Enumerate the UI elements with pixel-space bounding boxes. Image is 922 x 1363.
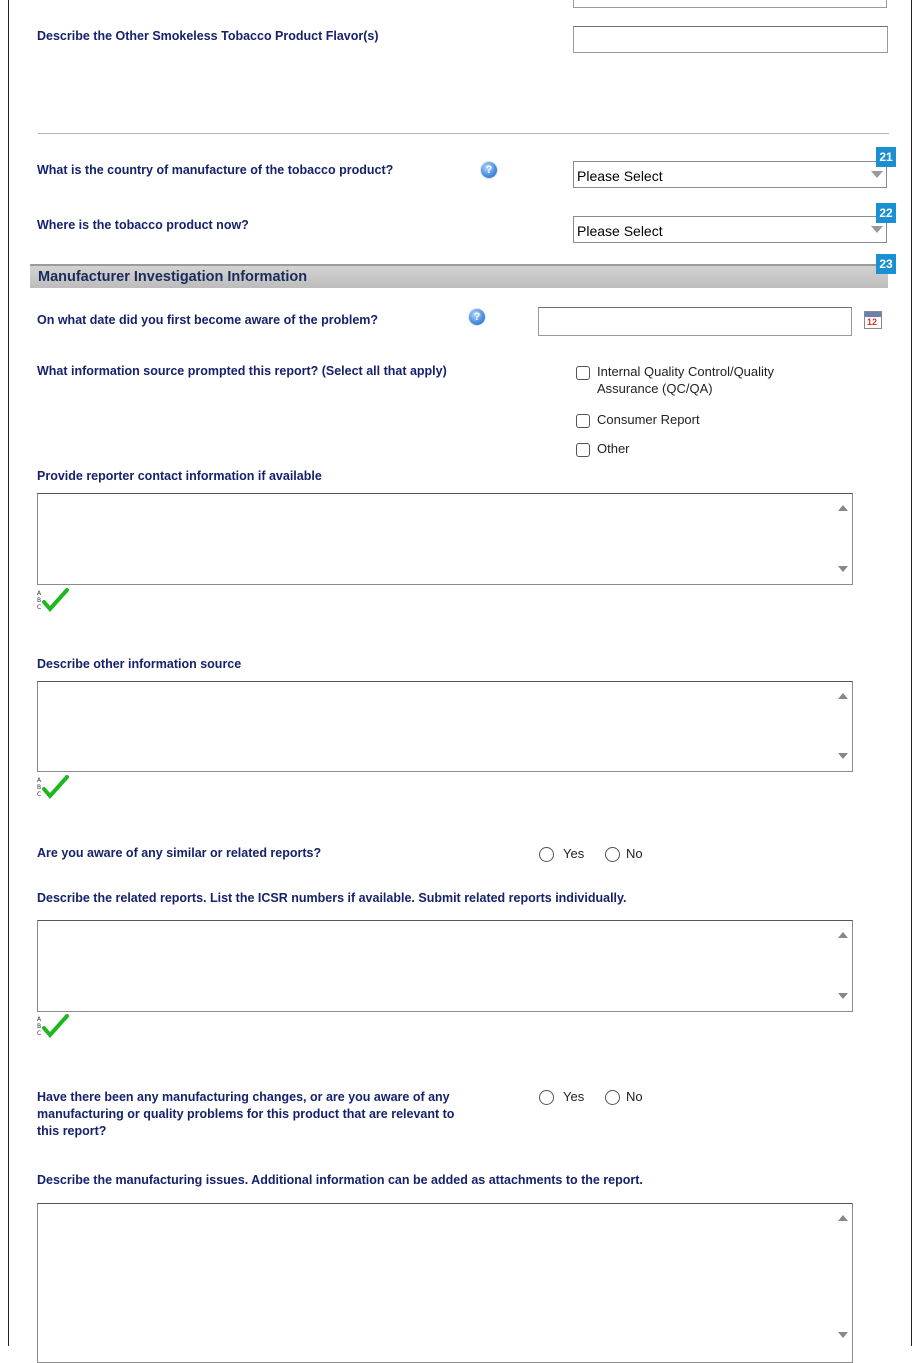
chevron-down-icon [871,171,883,178]
flavor-input[interactable] [573,26,888,53]
location-question: Where is the tobacco product now? [37,218,249,232]
scroll-down-icon[interactable] [838,566,848,572]
similar-reports-question: Are you aware of any similar or related … [37,846,322,860]
scrollbar[interactable] [833,921,852,1011]
similar-reports-yes-label: Yes [563,846,585,861]
section-header: Manufacturer Investigation Information [30,264,888,288]
svg-text:B: B [37,784,41,791]
calendar-day: 12 [867,317,878,327]
scroll-down-icon[interactable] [838,1332,848,1338]
svg-text:A: A [37,777,42,784]
checkbox-other-label: Other [597,441,630,456]
svg-text:C: C [37,791,41,798]
svg-text:B: B [37,597,41,604]
scroll-up-icon[interactable] [838,693,848,699]
scroll-up-icon[interactable] [838,505,848,511]
scrollbar[interactable] [833,682,852,771]
manufacturing-issues-textarea[interactable] [37,1203,853,1363]
svg-text:A: A [37,590,42,597]
manufacturing-changes-question: Have there been any manufacturing change… [37,1090,455,1138]
checkbox-qc-qa[interactable] [576,366,590,380]
scrollbar[interactable] [833,1204,852,1362]
country-select-value: Please Select [577,168,663,184]
scroll-up-icon[interactable] [838,1215,848,1221]
spellcheck-icon[interactable]: A B C [37,588,71,614]
aware-date-question: On what date did you first become aware … [37,313,379,327]
help-icon[interactable]: ? [481,162,497,178]
country-select[interactable]: Please Select [573,161,887,188]
related-reports-textarea[interactable] [37,920,853,1012]
manufacturing-changes-no-label: No [626,1089,643,1104]
location-select[interactable]: Please Select [573,216,887,243]
form-frame [8,0,912,1346]
svg-text:A: A [37,1016,42,1023]
spellcheck-icon[interactable]: A B C [37,1014,71,1040]
spellcheck-icon[interactable]: A B C [37,775,71,801]
partial-select-top[interactable] [573,0,887,8]
manufacturing-changes-yes-label: Yes [563,1089,585,1104]
step-badge-21: 21 [876,147,896,167]
checkbox-consumer-report[interactable] [576,414,590,428]
scroll-down-icon[interactable] [838,753,848,759]
checkbox-other[interactable] [576,443,590,457]
manufacturing-issues-label: Describe the manufacturing issues. Addit… [37,1173,643,1187]
reporter-contact-label: Provide reporter contact information if … [37,469,322,483]
info-source-question: What information source prompted this re… [37,364,447,378]
aware-date-input[interactable] [538,307,852,336]
location-select-value: Please Select [577,223,663,239]
manufacturing-changes-no-radio[interactable] [605,1090,620,1105]
reporter-contact-textarea[interactable] [37,493,853,585]
flavor-question: Describe the Other Smokeless Tobacco Pro… [37,29,379,43]
other-source-label: Describe other information source [37,657,242,671]
checkbox-consumer-report-label: Consumer Report [597,412,700,427]
svg-text:C: C [37,604,41,611]
scroll-down-icon[interactable] [838,993,848,999]
step-badge-23: 23 [876,254,896,274]
svg-text:C: C [37,1030,41,1037]
scroll-up-icon[interactable] [838,932,848,938]
chevron-down-icon [871,226,883,233]
divider [38,133,889,134]
similar-reports-yes-radio[interactable] [539,847,554,862]
svg-text:B: B [37,1023,41,1030]
similar-reports-no-label: No [626,846,643,861]
other-source-textarea[interactable] [37,681,853,772]
help-icon[interactable]: ? [469,309,485,325]
country-question: What is the country of manufacture of th… [37,163,394,177]
section-title: Manufacturer Investigation Information [38,269,308,285]
step-badge-22: 22 [876,203,896,223]
calendar-icon[interactable]: 12 [864,311,882,329]
similar-reports-no-radio[interactable] [605,847,620,862]
scrollbar[interactable] [833,494,852,584]
manufacturing-changes-yes-radio[interactable] [539,1090,554,1105]
checkbox-qc-qa-label: Internal Quality Control/Quality Assuran… [597,364,775,396]
related-reports-label: Describe the related reports. List the I… [37,891,627,905]
